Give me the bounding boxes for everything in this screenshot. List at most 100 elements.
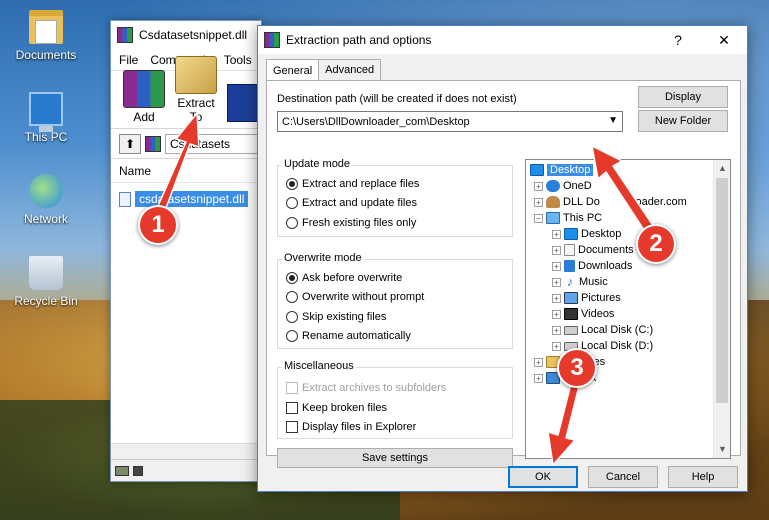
menu-file[interactable]: File [119,53,138,67]
expand-icon[interactable]: + [552,229,561,239]
horizontal-scrollbar[interactable] [111,443,261,459]
menu-tools[interactable]: Tools [224,53,252,67]
radio-overwrite-without-prompt[interactable]: Overwrite without prompt [286,291,424,303]
collapse-icon[interactable]: − [534,213,543,223]
help-title-button[interactable]: ? [655,26,701,54]
radio-extract-replace[interactable]: Extract and replace files [286,178,419,190]
winrar-main-window: Csdatasetsnippet.dll File Commands Tools… [110,20,269,482]
tree-item-music[interactable]: + ♪ Music [552,274,608,290]
tree-item-documents[interactable]: + Documents [552,242,634,258]
checkbox-display-in-explorer[interactable]: Display files in Explorer [286,421,416,433]
expand-icon[interactable]: + [552,261,561,271]
computer-icon [546,212,560,224]
drive-icon [115,465,129,476]
desktop-icon-network[interactable]: Network [8,174,84,226]
destination-path-combo[interactable]: C:\Users\DllDownloader_com\Desktop ▼ [277,111,623,132]
tree-item-user[interactable]: + DLL Do nloader.com [534,194,687,210]
recycle-bin-icon [29,256,63,290]
scroll-up-icon[interactable]: ▲ [714,160,730,177]
desktop-icon-this-pc[interactable]: This PC [8,92,84,144]
radio-skip-existing[interactable]: Skip existing files [286,311,386,323]
help-button[interactable]: Help [668,466,738,488]
miscellaneous-title: Miscellaneous [282,360,356,372]
tree-item-disk-c[interactable]: + Local Disk (C:) [552,322,653,338]
radio-button-selected[interactable] [286,178,298,190]
radio-fresh-existing[interactable]: Fresh existing files only [286,217,416,229]
add-button[interactable]: Add [123,70,165,124]
tree-item-onedrive[interactable]: + OneD [534,178,592,194]
onedrive-icon [546,180,560,192]
downloads-icon [564,260,575,272]
tab-advanced[interactable]: Advanced [318,59,382,80]
radio-ask-before-overwrite[interactable]: Ask before overwrite [286,272,402,284]
update-mode-title: Update mode [282,158,353,170]
overwrite-mode-group: Overwrite mode Ask before overwrite Over… [277,252,513,349]
ok-button[interactable]: OK [508,466,578,488]
radio-button[interactable] [286,291,298,303]
hard-disk-icon [564,325,578,335]
dialog-winrar-icon [264,32,280,48]
main-window-title: Csdatasetsnippet.dll [139,28,248,42]
tree-item-pc-desktop[interactable]: + Desktop [552,226,621,242]
checkbox-keep-broken-files[interactable]: Keep broken files [286,402,387,414]
radio-extract-update[interactable]: Extract and update files [286,197,417,209]
expand-icon[interactable]: + [552,277,561,287]
key-icon [133,465,143,476]
expand-icon[interactable]: + [534,197,543,207]
user-folder-icon [546,196,560,208]
tree-item-videos[interactable]: + Videos [552,306,614,322]
tree-item-downloads[interactable]: + Downloads [552,258,632,274]
tree-vertical-scrollbar[interactable]: ▲ ▼ [713,160,730,458]
annotation-step-1: 1 [138,205,178,245]
add-archive-icon [123,70,165,108]
tree-item-desktop[interactable]: Desktop [530,162,594,178]
up-arrow-icon: ⬆ [124,136,136,151]
checkbox[interactable] [286,421,298,433]
miscellaneous-group: Miscellaneous Extract archives to subfol… [277,360,513,439]
cancel-button[interactable]: Cancel [588,466,658,488]
close-button[interactable]: ✕ [701,26,747,54]
radio-button[interactable] [286,197,298,209]
scroll-thumb[interactable] [716,178,728,403]
scroll-down-icon[interactable]: ▼ [714,441,730,458]
checkbox[interactable] [286,402,298,414]
file-name: csdatasetsnippet.dll [135,191,249,207]
tree-item-this-pc[interactable]: − This PC [534,210,602,226]
tree-item-pictures[interactable]: + Pictures [552,290,621,306]
expand-icon[interactable]: + [552,325,561,335]
archive-path-icon [145,135,161,152]
radio-button-selected[interactable] [286,272,298,284]
save-settings-button[interactable]: Save settings [277,448,513,468]
display-button[interactable]: Display [638,86,728,108]
extraction-dialog: Extraction path and options ? ✕ General … [257,25,748,492]
radio-button[interactable] [286,217,298,229]
destination-path-value: C:\Users\DllDownloader_com\Desktop [282,115,470,128]
up-folder-button[interactable]: ⬆ [119,133,141,154]
music-icon: ♪ [564,275,576,288]
file-row[interactable]: csdatasetsnippet.dll [119,189,261,209]
expand-icon[interactable]: + [552,293,561,303]
expand-icon[interactable]: + [534,373,543,383]
radio-button[interactable] [286,311,298,323]
expand-icon[interactable]: + [552,341,561,351]
column-header-name[interactable]: Name [111,159,261,183]
desktop-icon-recycle-bin[interactable]: Recycle Bin [8,256,84,308]
expand-icon[interactable]: + [534,357,543,367]
radio-rename-automatically[interactable]: Rename automatically [286,330,411,342]
chevron-down-icon[interactable]: ▼ [608,115,618,126]
extract-to-button[interactable]: Extract To [175,56,217,124]
desktop-icon-documents[interactable]: Documents [8,10,84,62]
expand-icon[interactable]: + [552,309,561,319]
expand-icon[interactable]: + [534,181,543,191]
archive-path-field[interactable]: Csdatasets [165,133,261,154]
expand-icon[interactable]: + [552,245,561,255]
radio-button[interactable] [286,330,298,342]
main-toolbar: Add Extract To [111,56,269,129]
documents-icon [564,244,575,256]
tab-general[interactable]: General [266,59,320,81]
dialog-title-bar: Extraction path and options ? ✕ [258,26,747,54]
new-folder-button[interactable]: New Folder [638,110,728,132]
update-mode-group: Update mode Extract and replace files Ex… [277,158,513,237]
pictures-icon [564,292,578,304]
folder-tree[interactable]: Desktop + OneD + DLL Do nloader.com − Th… [525,159,731,459]
